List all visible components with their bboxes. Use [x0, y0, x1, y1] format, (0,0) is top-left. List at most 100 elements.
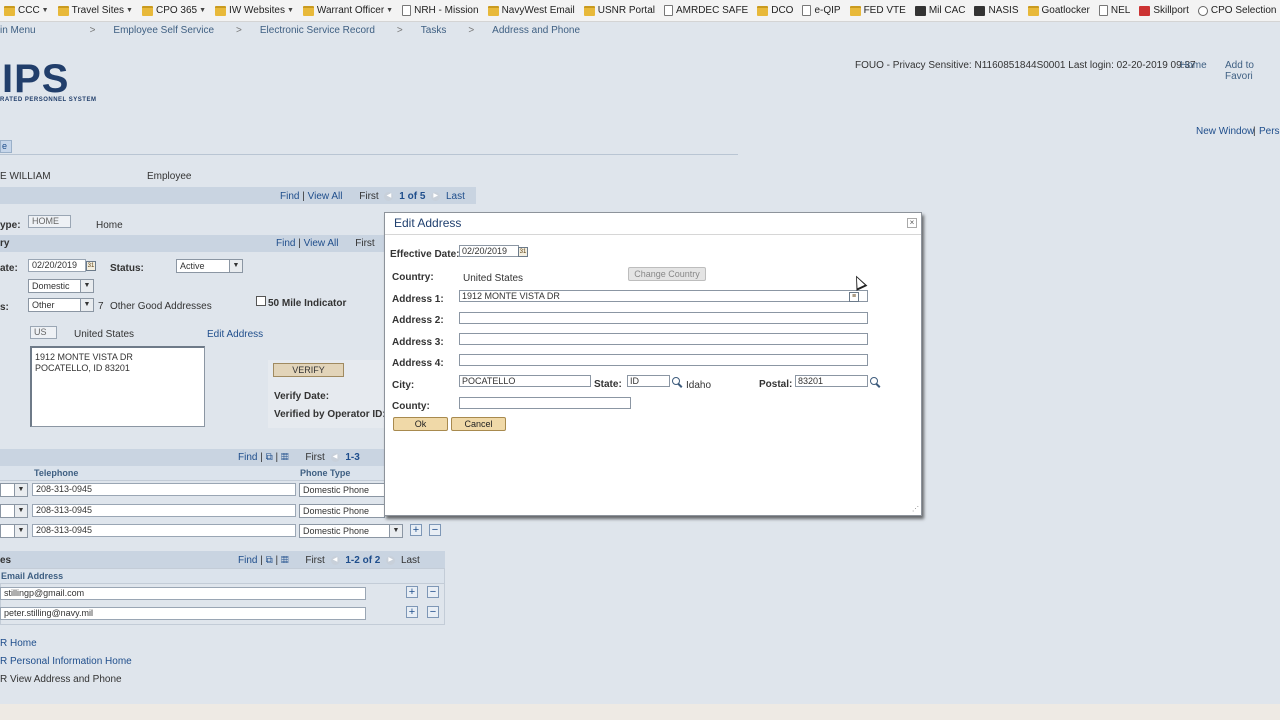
phone-row-select[interactable]: ▼ — [0, 504, 28, 518]
breadcrumb-address-and-phone[interactable]: Address and Phone — [492, 25, 580, 36]
find-link[interactable]: Find — [276, 238, 295, 249]
bookmark-item[interactable]: FED VTE — [849, 5, 906, 16]
email-input[interactable]: stillingp@gmail.com — [0, 587, 366, 600]
state-input[interactable]: ID — [627, 375, 670, 387]
modal-effective-date-input[interactable]: 02/20/2019 — [459, 245, 519, 257]
verified-operator-label: Verified by Operator ID: — [274, 409, 386, 420]
grid-view-icon[interactable]: ⧉ — [266, 555, 273, 566]
next-arrow-icon[interactable]: ▶ — [431, 191, 441, 201]
bookmark-item[interactable]: CCC ▼ — [4, 5, 49, 16]
address2-input[interactable] — [459, 312, 868, 324]
breadcrumb-employee-self-service[interactable]: Employee Self Service — [113, 25, 214, 36]
city-input[interactable]: POCATELLO — [459, 375, 591, 387]
bookmark-item[interactable]: USNR Portal — [583, 5, 655, 16]
change-country-button[interactable]: Change Country — [628, 267, 706, 281]
lookup-list-icon[interactable]: ≡ — [849, 292, 859, 302]
view-all-link[interactable]: View All — [304, 238, 339, 249]
bookmark-item[interactable]: Warrant Officer ▼ — [302, 5, 393, 16]
next-arrow-icon[interactable]: ▶ — [386, 555, 396, 565]
bookmark-item[interactable]: NEL — [1098, 5, 1130, 16]
bookmark-item[interactable]: NASIS — [974, 5, 1019, 16]
first-label: First — [359, 191, 379, 202]
bookmark-item[interactable]: DCO — [757, 5, 793, 16]
add-row-icon[interactable]: + — [406, 606, 418, 618]
bookmark-item[interactable]: Travel Sites ▼ — [57, 5, 133, 16]
find-link[interactable]: Find — [280, 191, 299, 202]
telephone-input[interactable]: 208-313-0945 — [32, 524, 296, 537]
calendar-icon[interactable]: 31 — [86, 261, 96, 271]
delete-row-icon[interactable]: − — [427, 606, 439, 618]
address3-input[interactable] — [459, 333, 868, 345]
find-link[interactable]: Find — [238, 452, 257, 463]
prev-arrow-icon[interactable]: ◀ — [330, 452, 340, 462]
address-line-2: POCATELLO, ID 83201 — [35, 363, 130, 373]
bookmark-item[interactable]: e-QIP — [802, 5, 841, 16]
county-input[interactable] — [459, 397, 631, 409]
ok-button[interactable]: Ok — [393, 417, 448, 431]
footer-personal-info-link[interactable]: R Personal Information Home — [0, 656, 132, 667]
address-scope-select[interactable]: Domestic ▼ — [28, 279, 94, 293]
grid-view-icon[interactable]: ⧉ — [266, 452, 273, 463]
delete-row-icon[interactable]: − — [429, 524, 441, 536]
phone-row-select[interactable]: ▼ — [0, 483, 28, 497]
fifty-mile-checkbox[interactable] — [256, 296, 266, 306]
address1-input[interactable]: 1912 MONTE VISTA DR — [459, 290, 868, 302]
bookmark-item[interactable]: AMRDEC SAFE — [663, 5, 748, 16]
bookmark-item[interactable]: Mil CAC — [914, 5, 965, 16]
telephone-input[interactable]: 208-313-0945 — [32, 504, 296, 517]
prev-arrow-icon[interactable]: ◀ — [384, 191, 394, 201]
search-icon[interactable] — [870, 377, 880, 387]
bookmark-item[interactable]: IW Websites ▼ — [215, 5, 294, 16]
breadcrumb-electronic-service-record[interactable]: Electronic Service Record — [260, 25, 375, 36]
page-tab[interactable]: e — [0, 140, 12, 153]
add-row-icon[interactable]: + — [406, 586, 418, 598]
email-column-headers — [0, 569, 444, 584]
new-window-link[interactable]: New Window — [1196, 126, 1254, 137]
bookmark-item[interactable]: Skillport — [1139, 5, 1189, 16]
telephone-input[interactable]: 208-313-0945 — [32, 483, 296, 496]
phone-type-select[interactable]: Domestic Phone ▼ — [299, 524, 403, 538]
download-grid-icon[interactable]: ▦ — [281, 555, 289, 566]
reason-select[interactable]: Other ▼ — [28, 298, 94, 312]
view-all-link[interactable]: View All — [308, 191, 343, 202]
phone-row-select[interactable]: ▼ — [0, 524, 28, 538]
bookmark-item[interactable]: CPO Selection Boards — [1197, 5, 1280, 16]
personalize-link[interactable]: Perso — [1259, 126, 1280, 137]
find-link[interactable]: Find — [238, 555, 257, 566]
phone-type-select[interactable]: Domestic Phone — [299, 504, 385, 518]
bookmark-item[interactable]: NavyWest Email — [487, 5, 575, 16]
fifty-mile-label: 50 Mile Indicator — [268, 298, 347, 309]
email-input[interactable]: peter.stilling@navy.mil — [0, 607, 366, 620]
calendar-icon[interactable]: 31 — [518, 247, 528, 257]
bookmark-item[interactable]: Goatlocker — [1027, 5, 1090, 16]
breadcrumb-main-menu[interactable]: in Menu — [0, 25, 36, 36]
phone-type-select[interactable]: Domestic Phone — [299, 483, 385, 497]
footer-home-link[interactable]: R Home — [0, 638, 37, 649]
download-grid-icon[interactable]: ▦ — [281, 452, 289, 463]
bookmark-item[interactable]: CPO 365 ▼ — [141, 5, 206, 16]
address4-input[interactable] — [459, 354, 868, 366]
address4-label: Address 4: — [392, 358, 444, 369]
edit-address-link[interactable]: Edit Address — [207, 329, 263, 340]
breadcrumb-tasks[interactable]: Tasks — [421, 25, 447, 36]
last-link[interactable]: Last — [446, 191, 465, 202]
resize-handle-icon[interactable]: ⋰ — [912, 506, 920, 514]
effective-date-input[interactable]: 02/20/2019 — [28, 259, 86, 272]
verify-date-label: Verify Date: — [274, 391, 330, 402]
add-row-icon[interactable]: + — [410, 524, 422, 536]
prev-arrow-icon[interactable]: ◀ — [330, 555, 340, 565]
search-icon[interactable] — [672, 377, 682, 387]
add-to-favorites-link[interactable]: Add to Favori — [1225, 60, 1280, 82]
status-select[interactable]: Active ▼ — [176, 259, 243, 273]
home-link[interactable]: Home — [1180, 60, 1207, 71]
effective-date-label: ate: — [0, 263, 18, 274]
bookmark-item[interactable]: NRH - Mission — [402, 5, 479, 16]
cancel-button[interactable]: Cancel — [451, 417, 506, 431]
address-history-pager: Find | View All First — [276, 238, 375, 249]
close-icon[interactable]: × — [907, 218, 917, 228]
verify-button[interactable]: VERIFY — [273, 363, 344, 377]
address3-label: Address 3: — [392, 337, 444, 348]
phone-type-value: Domestic Phone — [303, 506, 370, 516]
postal-input[interactable]: 83201 — [795, 375, 868, 387]
delete-row-icon[interactable]: − — [427, 586, 439, 598]
